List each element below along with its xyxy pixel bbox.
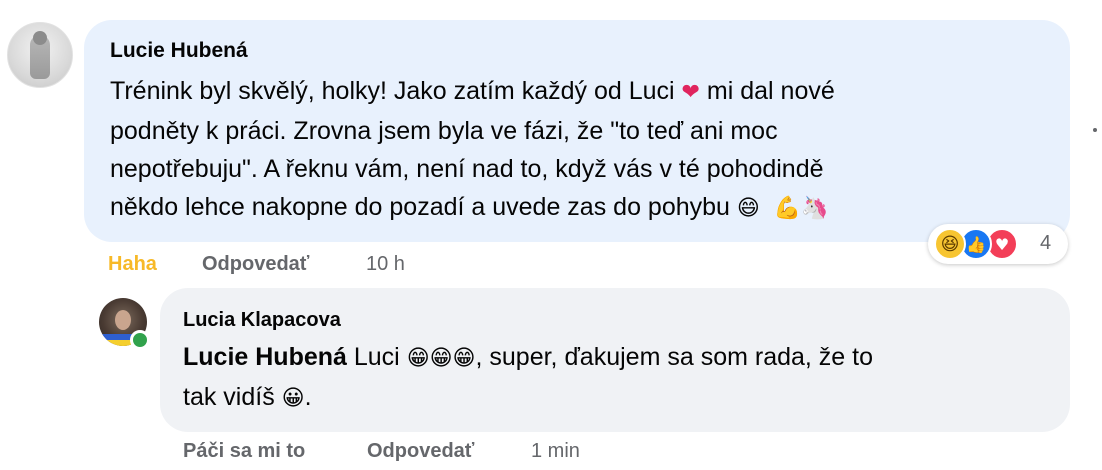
avatar-lucie-hubena[interactable] (7, 22, 73, 88)
comment-text: Trénink byl skvělý, holky! Jako zatím ka… (110, 72, 835, 228)
haha-reaction-button[interactable]: Haha (108, 253, 157, 276)
smile-emoji-icon: 😀 (281, 386, 305, 411)
comment-timestamp[interactable]: 10 h (366, 253, 405, 276)
online-status-icon (130, 330, 150, 350)
reply-author[interactable]: Lucia Klapacova (183, 309, 341, 332)
haha-icon: 😆 (934, 228, 966, 260)
unicorn-emoji-icon: 🦄 (801, 196, 829, 221)
like-button[interactable]: Páči sa mi to (183, 440, 305, 463)
reply-reply-button[interactable]: Odpovedať (367, 440, 474, 463)
reply-button[interactable]: Odpovedať (202, 253, 309, 276)
avatar-face (115, 310, 131, 330)
comment-line-2: podněty k práci. Zrovna jsem byla ve fáz… (110, 117, 778, 145)
comment-line-3: nepotřebuju". A řeknu vám, není nad to, … (110, 155, 824, 183)
more-options-icon[interactable] (1093, 128, 1097, 132)
comment-author[interactable]: Lucie Hubená (110, 39, 248, 63)
grin-emoji-icon: 😄 (736, 196, 760, 221)
comment-line-1: Trénink byl skvělý, holky! Jako zatím ka… (110, 77, 835, 105)
reply-text: Lucie Hubená Luci 😁😁😁, super, ďakujem sa… (183, 338, 873, 418)
reply-line-1: Lucie Hubená Luci 😁😁😁, super, ďakujem sa… (183, 343, 873, 371)
avatar-head (33, 31, 47, 45)
reaction-count: 4 (1040, 232, 1052, 254)
mention-link[interactable]: Lucie Hubená (183, 343, 347, 371)
reply-line-2: tak vidíš 😀. (183, 383, 312, 411)
reaction-summary[interactable]: 😆 👍 ♥ 4 (928, 224, 1068, 264)
heart-emoji-icon: ❤ (681, 80, 700, 105)
comment-line-4: někdo lehce nakopne do pozadí a uvede za… (110, 193, 829, 221)
reply-timestamp[interactable]: 1 min (531, 440, 580, 463)
muscle-emoji-icon: 💪 (773, 196, 802, 221)
grin-emoji-icon: 😁😁😁 (406, 346, 476, 371)
